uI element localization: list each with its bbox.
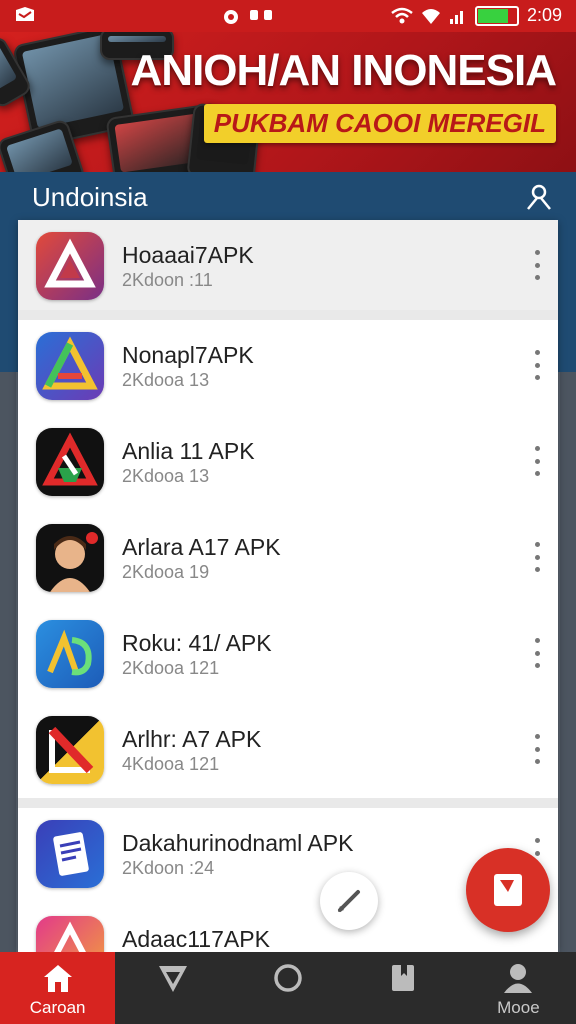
app-list: Hoaaai7APK 2Kdoon :11 Nonapl7APK 2Kdooa … <box>18 220 558 952</box>
pencil-icon <box>338 890 360 912</box>
more-vert-icon[interactable] <box>532 250 542 280</box>
app-name: Arlara A17 APK <box>122 534 281 560</box>
tab-circle[interactable] <box>230 952 345 1024</box>
edit-fab[interactable] <box>320 872 378 930</box>
app-meta: 2Kdooa 13 <box>122 466 210 486</box>
app-meta: 4Kdooa 121 <box>122 754 220 774</box>
app-meta: 2Kdoon :24 <box>122 858 215 878</box>
yellow-red-triangle-icon <box>36 716 104 784</box>
red-triangle-icon <box>36 232 104 300</box>
list-item[interactable]: Hoaaai7APK 2Kdoon :11 <box>18 220 558 317</box>
pink-triangle-icon <box>36 916 104 952</box>
list-item[interactable]: Roku: 41/ APK 2Kdooa 121 <box>18 608 558 705</box>
side-shadow <box>560 372 576 952</box>
bookmark-icon <box>392 965 415 991</box>
status-bar: 2:09 <box>0 0 576 32</box>
book-icon <box>494 874 522 906</box>
battery-icon <box>474 5 519 26</box>
divider <box>18 310 558 320</box>
app-name: Adaac117APK <box>122 926 270 952</box>
wifi-icon <box>391 7 413 23</box>
user-icon[interactable] <box>524 182 554 212</box>
divider <box>18 798 558 808</box>
tab-home[interactable]: Caroan <box>0 952 116 1024</box>
dark-red-triangle-icon <box>36 428 104 496</box>
action-fab[interactable] <box>466 848 550 932</box>
app-name: Hoaaai7APK <box>122 242 254 268</box>
circle-icon <box>274 964 302 992</box>
more-vert-icon[interactable] <box>532 542 542 572</box>
blue-gradient-triangle-icon <box>36 332 104 400</box>
app-meta: 2Kdoon :11 <box>122 270 213 290</box>
more-vert-icon[interactable] <box>532 734 542 764</box>
banner-title: ANIOH/AN INONESIA <box>130 46 557 95</box>
app-meta: 2Kdooa 13 <box>122 370 210 390</box>
app-name: Nonapl7APK <box>122 342 254 368</box>
tab-profile[interactable]: Mooe <box>461 952 576 1024</box>
tab-bookmark[interactable] <box>346 952 461 1024</box>
home-icon <box>43 965 72 992</box>
avatar-character-icon <box>36 524 104 592</box>
list-item[interactable]: Nonapl7APK 2Kdooa 13 <box>18 320 558 417</box>
tab-label: Mooe <box>497 998 540 1017</box>
profile-icon <box>504 964 533 993</box>
banner-subtitle: PUKBAM CAOOI MEREGIL <box>203 104 556 143</box>
side-shadow <box>0 372 16 952</box>
app-name: Anlia 11 APK <box>122 438 255 464</box>
more-vert-icon[interactable] <box>532 446 542 476</box>
more-vert-icon[interactable] <box>532 638 542 668</box>
vibrate-icon <box>250 10 272 20</box>
app-name: Arlhr: A7 APK <box>122 726 262 752</box>
app-name: Roku: 41/ APK <box>122 630 272 656</box>
notification-icon <box>16 7 34 21</box>
app-meta: 2Kdooa 19 <box>122 562 210 582</box>
list-item[interactable]: Arlhr: A7 APK 4Kdooa 121 <box>18 704 558 801</box>
more-vert-icon[interactable] <box>532 350 542 380</box>
tab-send[interactable] <box>115 952 230 1024</box>
list-item[interactable]: Arlara A17 APK 2Kdooa 19 <box>18 512 558 609</box>
tab-label: Caroan <box>29 998 86 1017</box>
app-name: Dakahurinodnaml APK <box>122 830 354 856</box>
blue-ad-icon <box>36 620 104 688</box>
page-title: Undoinsia <box>32 182 148 212</box>
promo-banner[interactable]: ANIOH/AN INONESIA PUKBAM CAOOI MEREGIL <box>0 32 576 172</box>
signal-wifi-icon <box>421 8 440 24</box>
clock: 2:09 <box>526 5 562 25</box>
send-icon <box>158 966 187 992</box>
list-item[interactable]: Anlia 11 APK 2Kdooa 13 <box>18 416 558 513</box>
bottom-nav: Caroan Mooe <box>0 952 576 1024</box>
alarm-icon <box>224 10 238 24</box>
app-meta: 2Kdooa 121 <box>122 658 220 678</box>
document-icon <box>36 820 104 888</box>
cell-signal-icon <box>449 10 463 24</box>
